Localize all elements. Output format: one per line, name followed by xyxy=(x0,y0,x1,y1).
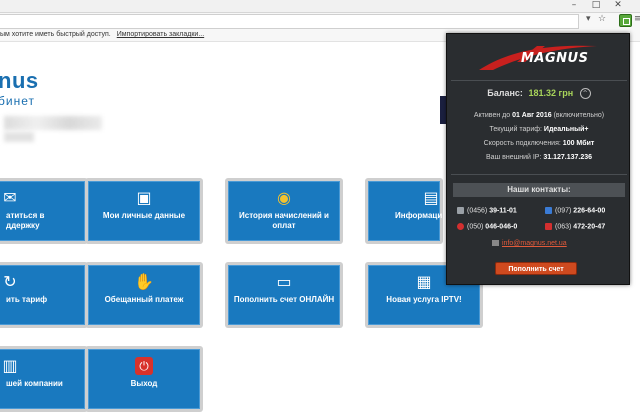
active-note: (включительно) xyxy=(553,112,605,119)
mail-icon xyxy=(492,240,499,247)
email-text: info@magnus.net.ua xyxy=(502,240,567,247)
handshake-icon: ✋ xyxy=(134,272,154,291)
phone-lifecell: (063) 472-20-47 xyxy=(545,223,605,230)
tile-body: ▭ Пополнить счет ОНЛАЙН xyxy=(228,265,340,325)
phone-code: (0456) xyxy=(467,207,488,215)
blurred-user-detail xyxy=(4,132,34,142)
active-label: Активен до xyxy=(473,112,511,119)
tile-label: Выход xyxy=(130,379,158,388)
tile-body: ◉ История начислений и оплат xyxy=(228,181,340,241)
tile-label: шей компании xyxy=(6,379,63,388)
mail-icon: ✉ xyxy=(3,188,17,207)
bookmark-star-icon[interactable]: ☆ xyxy=(598,14,606,24)
balance-value: 181.32 грн xyxy=(528,88,574,98)
page-info-icon[interactable]: ▾ xyxy=(586,14,591,24)
tile-label: ить тариф xyxy=(6,295,48,304)
tile-logout[interactable]: ⏻ Выход xyxy=(85,346,203,412)
maximize-icon[interactable]: □ xyxy=(590,0,602,10)
kyivstar-icon xyxy=(545,207,552,214)
tile-label: атиться в ддержку xyxy=(6,211,45,230)
ip-row: Ваш внешний IP: 31.127.137.236 xyxy=(447,154,631,161)
phone-code: (050) xyxy=(467,223,484,231)
tile-company-news[interactable]: ▥ шей компании xyxy=(0,346,88,412)
bookmarks-hint: ым хотите иметь быстрый доступ. xyxy=(0,31,111,38)
browser-titlebar: – □ ✕ xyxy=(0,0,640,13)
lifecell-icon xyxy=(545,223,552,230)
tile-change-tariff[interactable]: ↻ ить тариф xyxy=(0,262,88,328)
close-icon[interactable]: ✕ xyxy=(612,0,624,10)
tile-label: Новая услуга IPTV! xyxy=(386,295,462,304)
active-until-row: Активен до 01 Авг 2016 (включительно) xyxy=(447,112,631,119)
site-brand-subtitle: бинет xyxy=(0,94,35,108)
chevron-up-icon[interactable]: ^ xyxy=(579,88,591,100)
tile-label: Пополнить счет ОНЛАЙН xyxy=(233,295,335,304)
tile-label: Информаци xyxy=(395,211,443,220)
tile-body: ▤ Информаци xyxy=(368,181,443,241)
minimize-icon[interactable]: – xyxy=(568,0,580,10)
tile-body: ✉ атиться в ддержку xyxy=(0,181,85,241)
phone-code: (063) xyxy=(555,223,572,231)
phone-number: 39-11-01 xyxy=(489,207,517,215)
tile-label: Мои личные данные xyxy=(102,211,186,220)
speed-row: Скорость подключения: 100 Мбит xyxy=(447,140,631,147)
coins-icon: ◉ xyxy=(277,188,291,207)
phone-number: 226-64-00 xyxy=(573,207,606,215)
speed-value: 100 Мбит xyxy=(562,140,595,147)
magnus-extension-icon[interactable] xyxy=(619,14,632,27)
logo-text: MAGNUS xyxy=(521,51,589,66)
card-icon: ▭ xyxy=(276,272,292,291)
phone-number: 046-046-0 xyxy=(485,223,518,231)
tile-body: ↻ ить тариф xyxy=(0,265,85,325)
topup-button[interactable]: Пополнить счет xyxy=(495,262,577,275)
tariff-row: Текущий тариф: Идеальный+ xyxy=(447,126,631,133)
profile-icon: ▣ xyxy=(136,188,152,207)
phone-code: (097) xyxy=(555,207,572,215)
menu-icon[interactable]: ≡ xyxy=(634,14,640,24)
news-icon: ▥ xyxy=(2,356,18,375)
tile-payment-history[interactable]: ◉ История начислений и оплат xyxy=(225,178,343,244)
tile-body: ▥ шей компании xyxy=(0,349,85,409)
contacts-title: Наши контакты: xyxy=(453,183,625,197)
balance-label: Баланс: xyxy=(487,88,523,98)
phone-vodafone: (050) 046-046-0 xyxy=(457,223,517,230)
tariff-label: Текущий тариф: xyxy=(489,126,542,133)
tile-personal-data[interactable]: ▣ Мои личные данные xyxy=(85,178,203,244)
blurred-user-name xyxy=(4,116,102,130)
tile-label: Обещанный платеж xyxy=(104,295,184,304)
address-bar[interactable] xyxy=(0,14,579,29)
import-bookmarks-link[interactable]: Импортировать закладки... xyxy=(117,31,204,38)
magnus-logo: MAGNUS xyxy=(447,42,631,72)
phone-icon xyxy=(457,207,464,214)
ip-label: Ваш внешний IP: xyxy=(485,154,542,161)
document-icon: ▤ xyxy=(423,188,439,207)
email-link[interactable]: info@magnus.net.ua xyxy=(492,240,567,247)
tile-body: ✋ Обещанный платеж xyxy=(88,265,200,325)
tile-information[interactable]: ▤ Информаци xyxy=(365,178,443,244)
magnus-popup: MAGNUS Баланс: 181.32 грн ^ Активен до 0… xyxy=(446,33,630,285)
tile-body: ⏻ Выход xyxy=(88,349,200,409)
tile-body: ▣ Мои личные данные xyxy=(88,181,200,241)
phone-kyivstar: (097) 226-64-00 xyxy=(545,207,605,214)
ip-value: 31.127.137.236 xyxy=(543,154,593,161)
toolbar: ▾ ☆ ≡ xyxy=(0,13,640,30)
tile-support[interactable]: ✉ атиться в ддержку xyxy=(0,178,88,244)
tile-label: История начислений и оплат xyxy=(239,211,329,230)
tile-topup-online[interactable]: ▭ Пополнить счет ОНЛАЙН xyxy=(225,262,343,328)
tile-promised-payment[interactable]: ✋ Обещанный платеж xyxy=(85,262,203,328)
divider xyxy=(451,174,627,175)
divider xyxy=(451,80,627,81)
site-brand: nus xyxy=(0,68,39,93)
refresh-icon: ↻ xyxy=(3,272,17,291)
phone-landline: (0456) 39-11-01 xyxy=(457,207,517,214)
tv-icon: ▦ xyxy=(416,272,432,291)
vodafone-icon xyxy=(457,223,464,230)
active-value: 01 Авг 2016 xyxy=(512,112,552,119)
power-icon: ⏻ xyxy=(135,357,153,375)
phone-number: 472-20-47 xyxy=(573,223,606,231)
tariff-value: Идеальный+ xyxy=(543,126,589,133)
speed-label: Скорость подключения: xyxy=(483,140,561,147)
balance-row: Баланс: 181.32 грн ^ xyxy=(447,88,631,100)
